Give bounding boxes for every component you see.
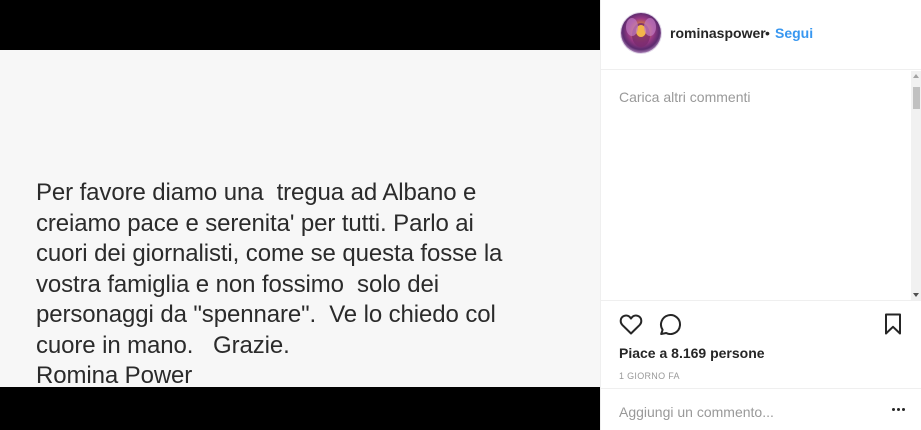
follow-button[interactable]: Segui bbox=[775, 25, 813, 41]
avatar-image bbox=[626, 18, 656, 47]
scroll-up-icon[interactable] bbox=[913, 74, 919, 78]
image-text-line: vostra famiglia e non fossimo solo dei bbox=[36, 270, 439, 298]
add-comment-bar bbox=[601, 388, 921, 430]
more-options-icon[interactable] bbox=[891, 405, 907, 415]
image-text-line: creiamo pace e serenita' per tutti. Parl… bbox=[36, 209, 474, 237]
post-media: Per favore diamo una tregua ad Albano e … bbox=[0, 0, 600, 430]
bookmark-icon[interactable] bbox=[883, 313, 903, 335]
image-text-line: Romina Power bbox=[36, 362, 193, 389]
scroll-thumb[interactable] bbox=[913, 87, 920, 109]
image-text-line: cuore in mano. Grazie. bbox=[36, 331, 290, 359]
image-text-line: Per favore diamo una tregua ad Albano e bbox=[36, 179, 477, 206]
username[interactable]: rominaspower bbox=[670, 25, 766, 41]
avatar[interactable] bbox=[621, 13, 661, 53]
post-image: Per favore diamo una tregua ad Albano e … bbox=[0, 50, 600, 389]
image-text-line: cuori dei giornalisti, come se questa fo… bbox=[36, 240, 503, 267]
comment-input[interactable] bbox=[617, 401, 881, 423]
post-actions: Piace a 8.169 persone 1 giorno fa bbox=[601, 300, 921, 388]
comments-scrollbar[interactable] bbox=[911, 71, 921, 300]
heart-icon[interactable] bbox=[619, 313, 643, 335]
post-sidebar: rominaspower • Segui Carica altri commen… bbox=[600, 0, 921, 430]
post-timestamp[interactable]: 1 giorno fa bbox=[619, 371, 680, 381]
load-more-comments-button[interactable]: Carica altri commenti bbox=[619, 89, 750, 105]
image-text-line: personaggi da "spennare". Ve lo chiedo c… bbox=[36, 301, 496, 328]
likes-count[interactable]: Piace a 8.169 persone bbox=[619, 345, 765, 361]
post-header: rominaspower • Segui bbox=[601, 0, 921, 70]
comment-icon[interactable] bbox=[659, 313, 683, 335]
scroll-down-icon[interactable] bbox=[913, 293, 919, 297]
post-image-text: Per favore diamo una tregua ad Albano e … bbox=[36, 178, 576, 392]
comments-area: Carica altri commenti bbox=[601, 71, 921, 300]
separator-dot: • bbox=[765, 25, 770, 41]
